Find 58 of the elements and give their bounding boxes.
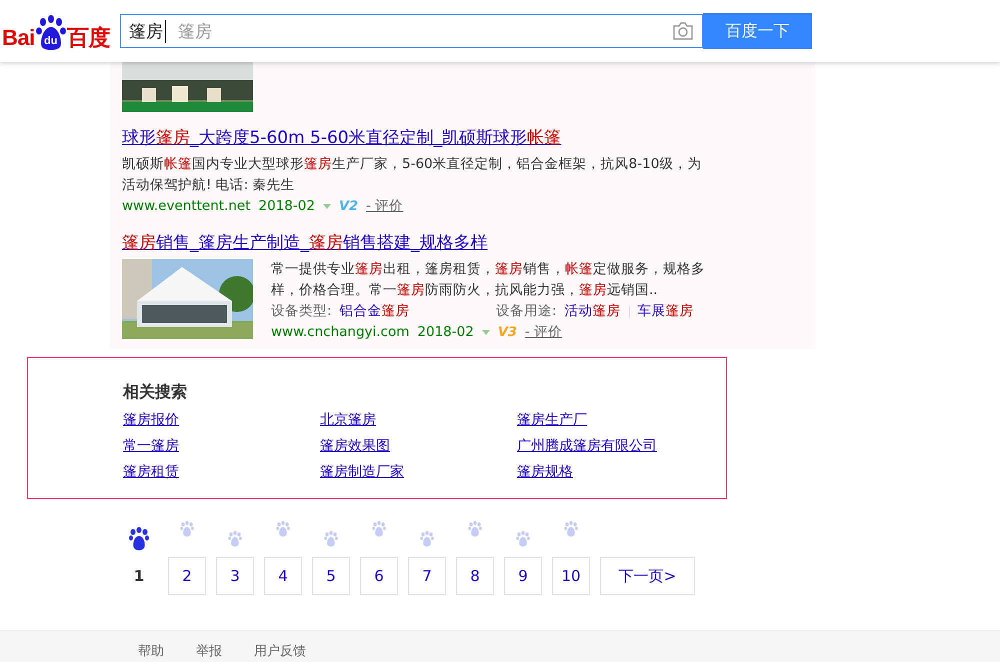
related-link[interactable]: 篷房报价 [123,412,179,428]
page-link[interactable]: 1 [120,557,158,595]
page-link[interactable]: 9 [504,557,542,595]
footer-link[interactable]: 用户反馈 [254,642,306,660]
related-link[interactable]: 篷房效果图 [320,438,390,454]
related-title: 相关搜索 [123,382,188,403]
related-link[interactable]: 篷房生产厂 [517,412,587,428]
page-link[interactable]: 8 [456,557,494,595]
paw-icon [275,521,291,537]
search-query: 篷房 [128,20,166,42]
attribute-label: 设备类型: [271,302,332,321]
result-date: 2018-02 [417,323,474,342]
attribute-link[interactable]: 活动篷房 [564,301,621,322]
related-link[interactable]: 北京篷房 [320,412,376,428]
result-date: 2018-02 [258,197,315,216]
page-link[interactable]: 7 [408,557,446,595]
paw-icon [419,531,435,547]
page-link[interactable]: 3 [216,557,254,595]
paw-icon [515,531,531,547]
result-title[interactable]: 篷房销售_篷房生产制造_篷房销售搭建_规格多样 [122,231,815,255]
result-url: www.eventtent.net [122,197,251,216]
camera-icon[interactable] [672,22,694,40]
paw-icon [34,15,67,51]
footer-link[interactable]: 举报 [196,642,222,660]
logo-text[interactable]: du [34,35,67,47]
paw-icon [467,521,483,537]
paw-icon [563,521,579,537]
page-link[interactable]: 5 [312,557,350,595]
paw-icon [179,521,195,537]
page-link[interactable]: 4 [264,557,302,595]
footer-link[interactable]: 帮助 [138,642,164,660]
page-link[interactable]: 6 [360,557,398,595]
review-link[interactable]: - 评价 [524,322,562,343]
page-link[interactable]: 10 [552,557,590,595]
next-page-button[interactable]: 下一页> [600,557,695,595]
search-field[interactable]: 篷房 篷房 [120,14,703,48]
result-abstract: 凯硕斯帐篷国内专业大型球形篷房生产厂家，5-60米直径定制，铝合金框架，抗风8-10级，为活动保驾护航! 电话: 秦先生 [122,155,702,195]
related-link[interactable]: 广州腾成篷房有限公司 [517,438,657,454]
attribute-label: 设备用途: [496,302,557,321]
related-link[interactable]: 常一篷房 [123,438,179,454]
review-link[interactable]: - 评价 [366,196,404,217]
caret-icon[interactable] [482,330,490,335]
attribute-link[interactable]: 铝合金篷房 [340,301,410,322]
result-abstract: 常一提供专业篷房出租，篷房租赁，篷房销售，帐篷定做服务，规格多样，价格合理。常一篷房防雨防火，抗风能力强，篷房远销国.. [271,260,706,300]
paw-icon [128,527,150,551]
related-link[interactable]: 篷房租赁 [123,464,179,480]
paw-icon [323,531,339,547]
attribute-link[interactable]: 车展篷房 [638,301,694,322]
related-link[interactable]: 篷房规格 [517,464,573,480]
page-link[interactable]: 2 [168,557,206,595]
paw-icon [227,531,243,547]
paw-icon [371,521,387,537]
logo-text[interactable]: Bai [2,25,35,51]
result-title[interactable]: 球形篷房_大跨度5-60m 5-60米直径定制_凯硕斯球形帐篷 [122,126,815,150]
result-url: www.cnchangyi.com [271,323,410,342]
caret-icon[interactable] [322,204,331,209]
related-link[interactable]: 篷房制造厂家 [320,464,404,480]
logo-text[interactable]: 百度 [66,25,110,51]
